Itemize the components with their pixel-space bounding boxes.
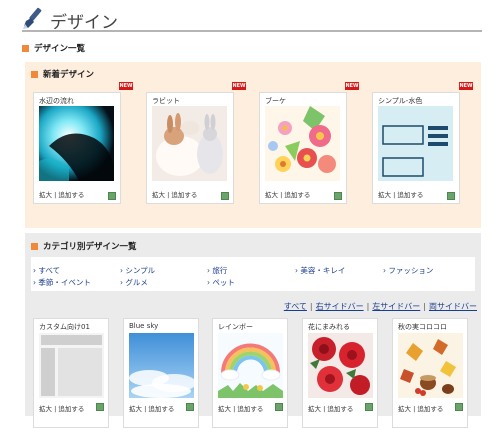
card-actions[interactable]: 拡大 | 追加する <box>152 189 197 199</box>
new-badge: NEW <box>345 82 359 90</box>
new-badge: NEW <box>119 82 133 90</box>
design-thumbnail[interactable] <box>39 333 104 398</box>
design-card[interactable]: 秋の実コロコロ 拡大 | 追加する <box>392 318 468 428</box>
layout-grid-icon <box>365 403 373 411</box>
design-thumbnail[interactable] <box>152 106 227 181</box>
layout-grid-icon <box>447 192 455 200</box>
card-actions[interactable]: 拡大 | 追加する <box>265 189 310 199</box>
design-name: 花にまみれる <box>308 323 350 331</box>
page-title: デザイン <box>50 13 118 33</box>
design-thumbnail[interactable] <box>398 333 463 398</box>
card-actions[interactable]: 拡大 | 追加する <box>39 403 84 413</box>
design-thumbnail[interactable] <box>265 106 340 181</box>
new-badge: NEW <box>232 82 246 90</box>
filter-all[interactable]: すべて <box>284 302 307 311</box>
design-card[interactable]: ブーケ 拡大 | 追加する <box>259 92 347 204</box>
layout-grid-icon <box>221 192 229 200</box>
bullet-square-icon <box>31 243 38 250</box>
layout-grid-icon <box>334 192 342 200</box>
page-header: デザイン <box>22 6 482 33</box>
design-name: レインボー <box>218 323 253 331</box>
card-actions[interactable]: 拡大 | 追加する <box>398 403 443 413</box>
design-thumbnail[interactable] <box>129 333 194 398</box>
design-name: Blue sky <box>129 322 159 330</box>
sidebar-filter-bar: すべて | 右サイドバー | 左サイドバー | 両サイドバー <box>283 302 477 311</box>
design-card[interactable]: ラビット 拡大 | 追加する <box>146 92 234 204</box>
design-thumbnail[interactable] <box>378 106 453 181</box>
filter-both-sidebars[interactable]: 両サイドバー <box>429 302 477 311</box>
design-thumbnail[interactable] <box>39 106 114 181</box>
design-card[interactable]: 水辺の流れ 拡大 | 追加する <box>33 92 121 204</box>
new-designs-heading: 新着デザイン <box>31 68 94 80</box>
category-link-pet[interactable]: › ペット <box>207 277 235 288</box>
category-link-travel[interactable]: › 旅行 <box>207 265 227 276</box>
layout-grid-icon <box>275 403 283 411</box>
design-card[interactable]: 花にまみれる 拡大 | 追加する <box>302 318 378 428</box>
card-actions[interactable]: 拡大 | 追加する <box>39 189 84 199</box>
category-link-seasonal[interactable]: › 季節・イベント <box>33 277 91 288</box>
category-link-beauty[interactable]: › 美容・キレイ <box>295 265 345 276</box>
bullet-square-icon <box>22 45 29 52</box>
card-actions[interactable]: 拡大 | 追加する <box>218 403 263 413</box>
design-card[interactable]: レインボー 拡大 | 追加する <box>212 318 288 428</box>
category-designs-heading: カテゴリ別デザイン一覧 <box>31 240 137 252</box>
new-badge: NEW <box>459 82 473 90</box>
layout-grid-icon <box>96 403 104 411</box>
design-card[interactable]: カスタム向け01 拡大 | 追加する <box>33 318 109 428</box>
design-name: ブーケ <box>265 97 286 105</box>
category-link-gourmet[interactable]: › グルメ <box>120 277 148 288</box>
design-thumbnail[interactable] <box>308 333 373 398</box>
brush-icon <box>23 7 42 29</box>
card-actions[interactable]: 拡大 | 追加する <box>378 189 423 199</box>
category-link-fashion[interactable]: › ファッション <box>383 265 433 276</box>
new-designs-panel: 新着デザイン NEW 水辺の流れ 拡大 | 追加する NEW ラビット 拡大 |… <box>25 62 481 228</box>
category-link-simple[interactable]: › シンプル <box>120 265 155 276</box>
layout-grid-icon <box>108 192 116 200</box>
design-name: シンプル-水色 <box>378 97 423 105</box>
layout-grid-icon <box>186 403 194 411</box>
design-thumbnail[interactable] <box>218 333 283 398</box>
filter-right-sidebar[interactable]: 右サイドバー <box>316 302 364 311</box>
design-name: 水辺の流れ <box>39 97 74 105</box>
category-designs-panel: カテゴリ別デザイン一覧 › すべて › シンプル › 旅行 › 美容・キレイ ›… <box>25 233 481 428</box>
design-list-heading: デザイン一覧 <box>22 42 85 54</box>
filter-left-sidebar[interactable]: 左サイドバー <box>372 302 420 311</box>
category-link-all[interactable]: › すべて <box>33 265 60 276</box>
card-actions[interactable]: 拡大 | 追加する <box>129 403 174 413</box>
design-name: カスタム向け01 <box>39 323 90 331</box>
design-name: ラビット <box>152 97 180 105</box>
design-card[interactable]: シンプル-水色 拡大 | 追加する <box>372 92 460 204</box>
layout-grid-icon <box>455 403 463 411</box>
bullet-square-icon <box>31 71 38 78</box>
category-links: › すべて › シンプル › 旅行 › 美容・キレイ › ファッション › 季節… <box>31 257 475 291</box>
design-name: 秋の実コロコロ <box>398 323 447 331</box>
card-actions[interactable]: 拡大 | 追加する <box>308 403 353 413</box>
design-card[interactable]: Blue sky 拡大 | 追加する <box>123 318 199 428</box>
